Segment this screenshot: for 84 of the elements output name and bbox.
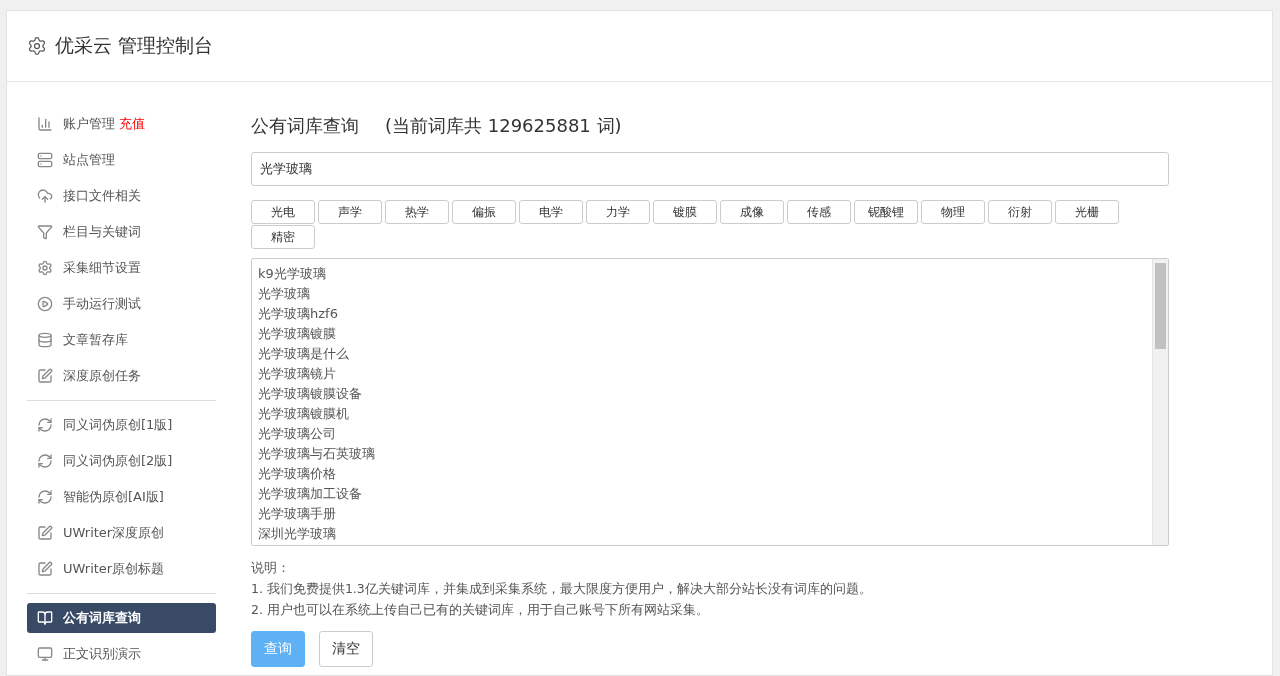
note-text: 2. 用户也可以在系统上传自己已有的关键词库，用于自己账号下所有网站采集。 bbox=[251, 602, 710, 619]
result-item[interactable]: 光学玻璃 bbox=[258, 284, 1146, 304]
sidebar-item[interactable]: 站点管理 bbox=[27, 145, 216, 175]
sidebar-label: 深度原创任务 bbox=[63, 367, 141, 385]
edit-icon bbox=[37, 368, 53, 384]
sidebar-label: 同义词伪原创[2版] bbox=[63, 452, 173, 470]
sidebar-item[interactable]: 深度原创任务 bbox=[27, 361, 216, 391]
keyword-tag[interactable]: 镀膜 bbox=[653, 200, 717, 224]
play-icon bbox=[37, 296, 53, 312]
page-title: 公有词库查询 bbox=[251, 114, 359, 138]
sidebar-item[interactable]: 文章暂存库 bbox=[27, 325, 216, 355]
result-item[interactable]: 光学玻璃手册 bbox=[258, 504, 1146, 524]
settings-icon bbox=[27, 36, 47, 56]
result-item[interactable]: 光学玻璃价格 bbox=[258, 464, 1146, 484]
edit-icon bbox=[37, 525, 53, 541]
database-icon bbox=[37, 332, 53, 348]
sidebar-item[interactable]: 栏目与关键词 bbox=[27, 217, 216, 247]
search-field[interactable]: 光学玻璃 bbox=[251, 152, 1169, 186]
note-text: 1. 我们免费提供1.3亿关键词库，并集成到采集系统，最大限度方便用户，解决大部分站长没有词库的问题。 bbox=[251, 581, 873, 598]
keyword-tag[interactable]: 精密 bbox=[251, 225, 315, 249]
result-item[interactable]: 深圳光学玻璃 bbox=[258, 524, 1146, 544]
sidebar-item[interactable]: 手动运行测试 bbox=[27, 289, 216, 319]
result-item[interactable]: 光学玻璃镜片 bbox=[258, 364, 1146, 384]
book-icon bbox=[37, 610, 53, 626]
gear-icon bbox=[37, 260, 53, 276]
result-item[interactable]: 光学玻璃hzf6 bbox=[258, 304, 1146, 324]
scrollbar[interactable] bbox=[1152, 259, 1168, 545]
sidebar-label: 站点管理 bbox=[63, 151, 115, 169]
sidebar-label: 正文识别演示 bbox=[63, 645, 141, 663]
keyword-tag[interactable]: 力学 bbox=[586, 200, 650, 224]
bar-chart-icon bbox=[37, 116, 53, 132]
sidebar-item[interactable]: 接口文件相关 bbox=[27, 181, 216, 211]
sidebar-label: UWriter深度原创 bbox=[63, 524, 165, 542]
keyword-tag[interactable]: 光栅 bbox=[1055, 200, 1119, 224]
sidebar-item[interactable]: 正文识别演示 bbox=[27, 639, 216, 669]
refresh-icon bbox=[37, 489, 53, 505]
keyword-tag[interactable]: 传感 bbox=[787, 200, 851, 224]
filter-icon bbox=[37, 224, 53, 240]
keyword-tag[interactable]: 成像 bbox=[720, 200, 784, 224]
sidebar-label: 公有词库查询 bbox=[63, 609, 141, 627]
keyword-tag[interactable]: 衍射 bbox=[988, 200, 1052, 224]
keyword-tag[interactable]: 电学 bbox=[519, 200, 583, 224]
recharge-link[interactable]: 充值 bbox=[119, 115, 145, 133]
result-item[interactable]: 光学玻璃镀膜 bbox=[258, 324, 1146, 344]
cloud-upload-icon bbox=[37, 188, 53, 204]
refresh-icon bbox=[37, 453, 53, 469]
result-item[interactable]: 光学玻璃与石英玻璃 bbox=[258, 444, 1146, 464]
sidebar-label: 栏目与关键词 bbox=[63, 223, 141, 241]
refresh-icon bbox=[37, 417, 53, 433]
sidebar-item[interactable]: 同义词伪原创[1版] bbox=[27, 410, 216, 440]
sidebar-item[interactable]: 账户管理 充值 bbox=[27, 109, 216, 139]
sidebar-label: 同义词伪原创[1版] bbox=[63, 416, 173, 434]
result-item[interactable]: 光学玻璃是什么 bbox=[258, 344, 1146, 364]
server-icon bbox=[37, 152, 53, 168]
sidebar-item[interactable]: UWriter深度原创 bbox=[27, 518, 216, 548]
result-item[interactable]: 光学玻璃镀膜机 bbox=[258, 404, 1146, 424]
sidebar-item[interactable]: 采集细节设置 bbox=[27, 253, 216, 283]
sidebar-item[interactable]: 同义词伪原创[2版] bbox=[27, 446, 216, 476]
sidebar-label: 文章暂存库 bbox=[63, 331, 128, 349]
word-count: (当前词库共 129625881 词) bbox=[385, 114, 622, 138]
monitor-icon bbox=[37, 646, 53, 662]
keyword-tag[interactable]: 物理 bbox=[921, 200, 985, 224]
sidebar-item[interactable]: UWriter原创标题 bbox=[27, 554, 216, 584]
sidebar-label: 采集细节设置 bbox=[63, 259, 141, 277]
keyword-tag[interactable]: 声学 bbox=[318, 200, 382, 224]
sidebar-label: 智能伪原创[AI版] bbox=[63, 488, 164, 506]
sidebar-label: 账户管理 bbox=[63, 115, 115, 133]
keyword-tag[interactable]: 光电 bbox=[251, 200, 315, 224]
result-item[interactable]: 光学玻璃加工设备 bbox=[258, 484, 1146, 504]
notes-title: 说明： bbox=[251, 560, 291, 577]
edit-icon bbox=[37, 561, 53, 577]
keyword-tag[interactable]: 偏振 bbox=[452, 200, 516, 224]
sidebar-item[interactable]: 智能伪原创[AI版] bbox=[27, 482, 216, 512]
keyword-tag[interactable]: 铌酸锂 bbox=[854, 200, 918, 224]
sidebar-label: 手动运行测试 bbox=[63, 295, 141, 313]
console-title: 优采云 管理控制台 bbox=[55, 33, 214, 58]
sidebar-label: UWriter原创标题 bbox=[63, 560, 165, 578]
clear-button[interactable]: 清空 bbox=[319, 631, 373, 667]
result-item[interactable]: 光学玻璃镀膜设备 bbox=[258, 384, 1146, 404]
result-item[interactable]: k9光学玻璃 bbox=[258, 264, 1146, 284]
sidebar-label: 接口文件相关 bbox=[63, 187, 141, 205]
keyword-tag[interactable]: 热学 bbox=[385, 200, 449, 224]
result-item[interactable]: 光学玻璃公司 bbox=[258, 424, 1146, 444]
sidebar-item[interactable]: 公有词库查询 bbox=[27, 603, 216, 633]
